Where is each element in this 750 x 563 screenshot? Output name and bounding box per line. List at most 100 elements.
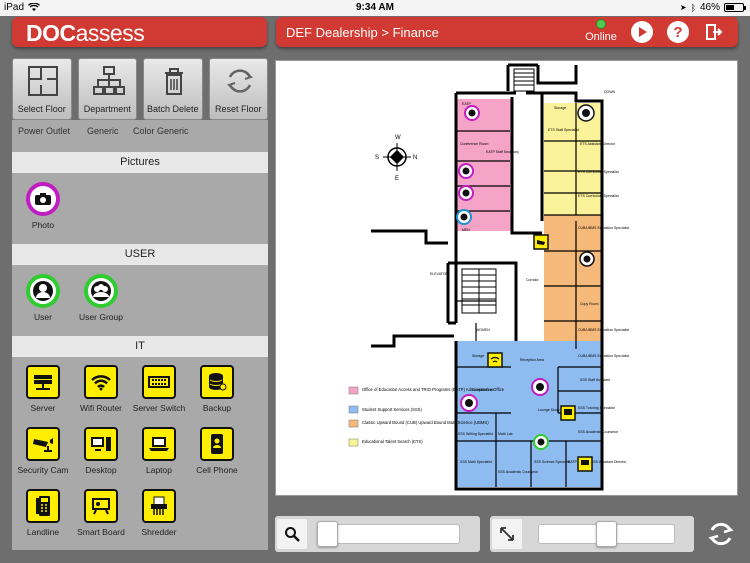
svg-text:Student Support Services (SSS): Student Support Services (SSS) (362, 407, 422, 412)
palette-item-security-cam[interactable]: Security Cam (12, 427, 74, 475)
section-header-pictures: Pictures (12, 152, 268, 173)
svg-text:SSS Math Specialist: SSS Math Specialist (460, 460, 492, 464)
select-floor-button[interactable]: Select Floor (12, 58, 72, 120)
svg-text:E: E (395, 176, 399, 182)
rotate-button[interactable] (492, 519, 522, 549)
server-icon (26, 365, 60, 399)
svg-text:Corridor: Corridor (526, 278, 539, 282)
security-cam-icon (26, 427, 60, 461)
floorplan-icon (28, 66, 58, 96)
rotate-slider-thumb[interactable] (596, 521, 617, 547)
palette-item-backup[interactable]: Backup (186, 365, 248, 413)
section-header-user: USER (12, 244, 268, 265)
palette-item-wifi-router[interactable]: Wifi Router (70, 365, 132, 413)
palette-item-user[interactable]: User (12, 274, 74, 322)
top-bar: DEF Dealership > Finance Online ? (276, 17, 738, 47)
svg-text:Office of Education Access and: Office of Education Access and TRIO Prog… (362, 387, 505, 392)
svg-text:WOMEN: WOMEN (476, 328, 490, 332)
palette-item-server[interactable]: Server (12, 365, 74, 413)
zoom-slider-thumb[interactable] (317, 521, 338, 547)
asset-palette[interactable]: Power Outlet Generic Color Generic Pictu… (12, 120, 268, 550)
svg-text:MEN: MEN (462, 228, 470, 232)
online-indicator-icon (596, 19, 606, 29)
refresh-button[interactable] (703, 516, 739, 552)
svg-text:CUB/UBMS Education Specialist: CUB/UBMS Education Specialist (578, 354, 629, 358)
svg-text:Reception Area: Reception Area (520, 358, 544, 362)
svg-text:CUB/UBMS Education Specialist: CUB/UBMS Education Specialist (578, 328, 629, 332)
brand-bar: DOCassess (12, 17, 267, 47)
svg-text:SSS Academic Counselor: SSS Academic Counselor (578, 430, 619, 434)
camera-icon (26, 182, 60, 216)
section-header-it: IT (12, 336, 268, 357)
floor-plan-canvas[interactable]: W S N E EATP Conference Room EATP Staff … (275, 60, 738, 496)
cell-phone-icon (200, 427, 234, 461)
user-group-icon (84, 274, 118, 308)
resize-arrows-icon (500, 527, 514, 541)
reset-floor-button[interactable]: Reset Floor (208, 58, 268, 120)
svg-text:ETS Assistant Director: ETS Assistant Director (580, 142, 616, 146)
svg-text:Conference Room: Conference Room (460, 142, 488, 146)
clock: 9:34 AM (356, 2, 394, 13)
smart-board-icon (84, 489, 118, 523)
trash-icon (165, 68, 183, 95)
palette-item-label: Power Outlet (18, 126, 71, 136)
palette-item-user-group[interactable]: User Group (70, 274, 132, 322)
svg-text:CUB/UBMS Education Specialist: CUB/UBMS Education Specialist (578, 226, 629, 230)
logout-button[interactable] (702, 21, 724, 43)
app-logo: DOCassess (26, 20, 145, 46)
desktop-icon (84, 427, 118, 461)
svg-text:SSS Tutoring Specialist: SSS Tutoring Specialist (578, 406, 615, 410)
breadcrumb[interactable]: DEF Dealership > Finance (286, 25, 439, 40)
zoom-button[interactable] (277, 519, 307, 549)
palette-item-label: Color Generic (133, 126, 189, 136)
svg-text:N: N (413, 155, 417, 161)
batch-delete-button[interactable]: Batch Delete (143, 58, 203, 120)
svg-text:EATP Staff Secretary: EATP Staff Secretary (486, 150, 519, 154)
palette-item-landline[interactable]: Landline (12, 489, 74, 537)
palette-item-laptop[interactable]: Laptop (128, 427, 190, 475)
svg-text:SSS Science Specialist: SSS Science Specialist (534, 460, 570, 464)
palette-item-label: Generic (87, 126, 119, 136)
svg-text:W: W (395, 135, 401, 141)
laptop-icon (142, 427, 176, 461)
palette-item-cell-phone[interactable]: Cell Phone (186, 427, 248, 475)
bluetooth-icon: ᛒ (690, 2, 696, 13)
wifi-icon (84, 365, 118, 399)
help-icon: ? (673, 23, 683, 41)
status-bar: iPad 9:34 AM ➤ ᛒ 46% (0, 0, 750, 16)
play-button[interactable] (631, 21, 653, 43)
svg-text:Classic Upward Bound (CUB) Upw: Classic Upward Bound (CUB) Upward Bound … (362, 420, 489, 425)
svg-text:Educational Talent Search (ETS: Educational Talent Search (ETS) (362, 439, 423, 444)
zoom-slider-track[interactable] (317, 524, 460, 544)
svg-text:Storage: Storage (554, 106, 566, 110)
floor-plan-drawing: W S N E EATP Conference Room EATP Staff … (348, 63, 629, 491)
refresh-icon (708, 522, 734, 546)
palette-item-desktop[interactable]: Desktop (70, 427, 132, 475)
wifi-router-marker[interactable] (487, 352, 503, 368)
svg-text:S: S (375, 155, 379, 161)
palette-item-shredder[interactable]: Shredder (128, 489, 190, 537)
svg-text:EATP Director SSS Assistant Di: EATP Director SSS Assistant Director (568, 460, 627, 464)
rotate-control (490, 516, 694, 552)
user-icon (26, 274, 60, 308)
svg-text:DOWN: DOWN (604, 90, 616, 94)
svg-text:ETS Staff Specialist: ETS Staff Specialist (548, 128, 579, 132)
svg-text:SSS Academic Counselor: SSS Academic Counselor (498, 470, 539, 474)
shredder-icon (142, 489, 176, 523)
logout-icon (706, 24, 723, 40)
switch-icon (142, 365, 176, 399)
palette-item-photo[interactable]: Photo (12, 182, 74, 230)
compass: W S N E (375, 135, 417, 182)
landline-icon (26, 489, 60, 523)
location-icon: ➤ (679, 3, 687, 12)
svg-text:SSS Staff Assistant: SSS Staff Assistant (580, 378, 610, 382)
online-status: Online (581, 19, 621, 43)
palette-item-server-switch[interactable]: Server Switch (128, 365, 190, 413)
help-button[interactable]: ? (667, 21, 689, 43)
zoom-control (275, 516, 480, 552)
play-icon (639, 27, 647, 37)
department-button[interactable]: Department (77, 58, 137, 120)
org-chart-icon (92, 66, 125, 95)
palette-item-smart-board[interactable]: Smart Board (70, 489, 132, 537)
floor-toolbar: Select Floor Department Batch Delete Res… (12, 58, 268, 120)
